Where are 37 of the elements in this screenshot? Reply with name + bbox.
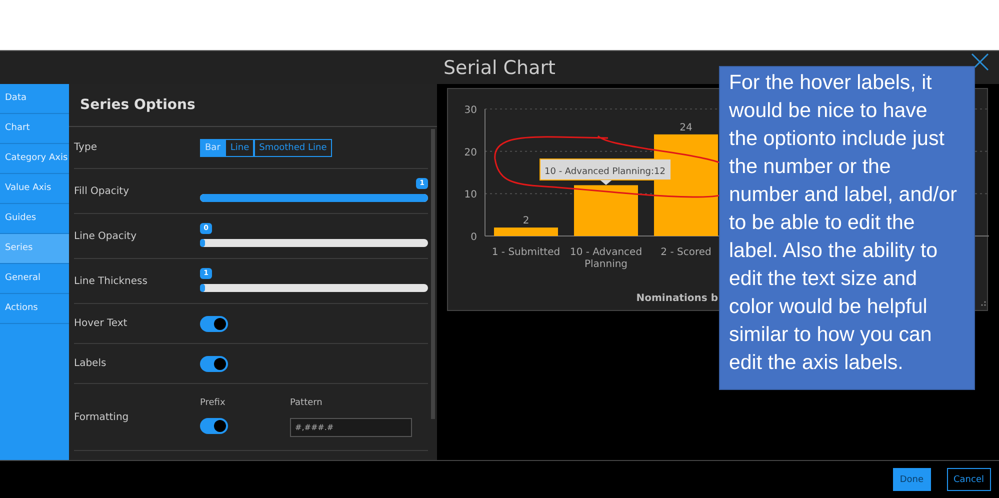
value-label: 2 — [522, 216, 530, 227]
window-title: Serial Chart — [443, 56, 556, 78]
toggle-switch[interactable] — [200, 356, 228, 372]
sidebar-item[interactable]: Series — [0, 234, 69, 264]
toggle-switch[interactable] — [200, 418, 228, 434]
option-label: Fill Opacity — [74, 186, 130, 196]
toggle-switch[interactable] — [200, 316, 228, 332]
category-label: 1 - Submitted — [492, 247, 560, 258]
resize-grip-icon[interactable] — [981, 301, 986, 306]
scrollbar[interactable] — [431, 129, 435, 419]
option-label: Type — [74, 142, 98, 153]
cancel-button[interactable]: Cancel — [946, 468, 991, 491]
pattern-label: Pattern — [290, 398, 324, 408]
callout-note: For the hover labels, it would be nice to have the optionto include just the number or the number and label, and/or to be able to edit the label. Also the ability to edit the text size and color would be helpful similar to how you can edit the axis labels. — [719, 66, 975, 390]
option-label: Line Thickness — [74, 276, 148, 286]
y-tick-label: 30 — [464, 105, 477, 116]
chart-title: Nominations b — [636, 293, 718, 304]
type-option[interactable]: Bar — [200, 138, 226, 156]
type-option[interactable]: Line — [225, 138, 254, 156]
tooltip-text: 10 - Advanced Planning:12 — [544, 167, 666, 177]
done-button[interactable]: Done — [892, 468, 930, 491]
option-label: Line Opacity — [74, 230, 138, 242]
y-tick-label: 20 — [464, 147, 477, 158]
prefix-label: Prefix — [200, 398, 226, 408]
option-label: Formatting — [74, 412, 130, 422]
value-label: 24 — [680, 122, 692, 134]
category-label: 2 - Scored — [660, 247, 712, 258]
panel-title: Series Options — [69, 84, 437, 127]
option-label: Hover Text — [74, 318, 128, 329]
y-tick-label: 10 — [464, 190, 477, 201]
type-option[interactable]: Smoothed Line — [254, 138, 332, 156]
bar[interactable] — [574, 185, 638, 236]
pattern-field[interactable]: #,###.# — [290, 418, 412, 436]
category-label: 10 - Advanced Planning — [570, 247, 642, 270]
option-label: Labels — [74, 358, 108, 369]
close-icon[interactable] — [971, 53, 989, 71]
y-tick-label: 0 — [470, 232, 477, 243]
